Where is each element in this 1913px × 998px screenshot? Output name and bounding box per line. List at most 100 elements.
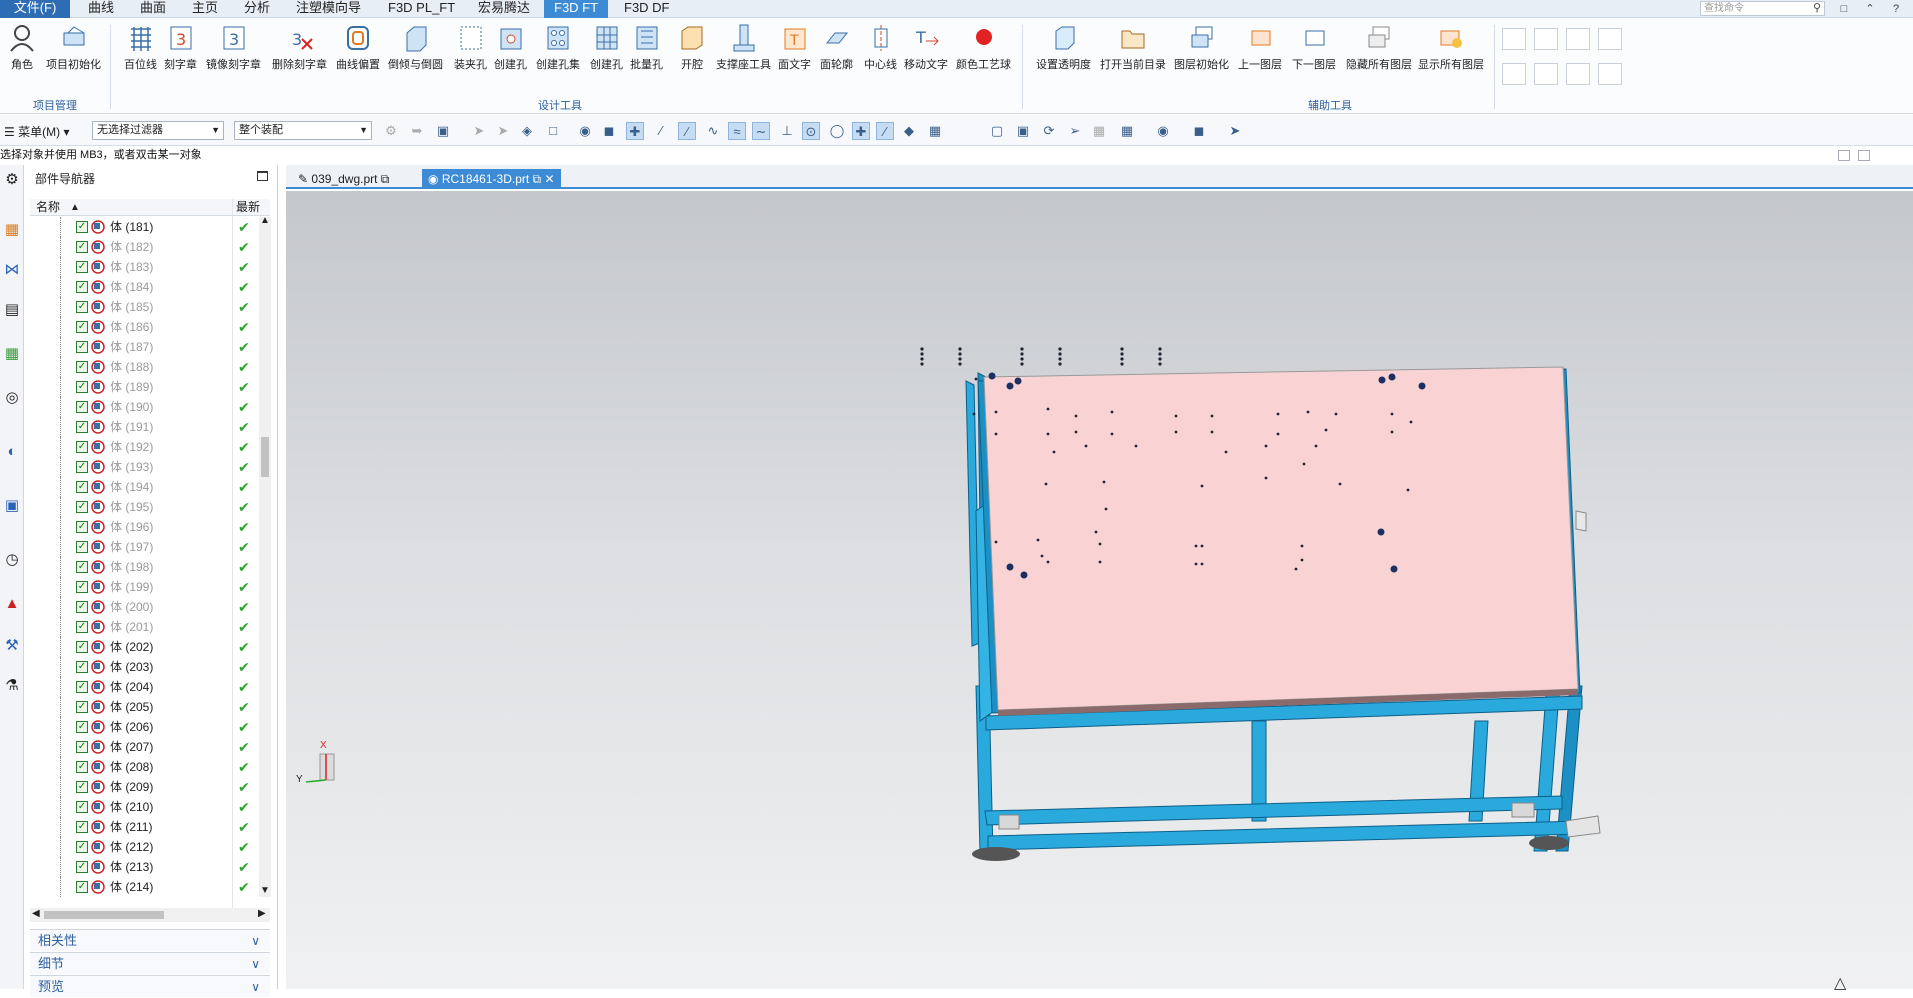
navigator-row[interactable]: ✓ 体 (196) ✔	[30, 517, 265, 537]
orient-icon[interactable]: ➤	[1226, 122, 1244, 140]
navigator-row[interactable]: ✓ 体 (211) ✔	[30, 817, 265, 837]
ribbon-button-prev-layer[interactable]: 上一图层	[1238, 23, 1282, 72]
navigator-row[interactable]: ✓ 体 (212) ✔	[30, 837, 265, 857]
menu-tab-file[interactable]: 文件(F)	[0, 0, 70, 18]
layer-quick-button-7[interactable]	[1566, 63, 1590, 85]
sort-ascending-icon[interactable]: ▲	[70, 199, 80, 216]
ribbon-button-cavity[interactable]: 开腔	[678, 23, 706, 72]
snap-point-icon[interactable]: ✚	[626, 122, 644, 140]
navigator-row[interactable]: ✓ 体 (188) ✔	[30, 357, 265, 377]
navigator-row[interactable]: ✓ 体 (203) ✔	[30, 657, 265, 677]
menu-dropdown[interactable]: ☰ 菜单(M) ▾	[4, 123, 69, 140]
visibility-checkbox[interactable]: ✓	[76, 541, 88, 553]
navigator-row[interactable]: ✓ 体 (205) ✔	[30, 697, 265, 717]
visibility-checkbox[interactable]: ✓	[76, 701, 88, 713]
select-icon[interactable]: ➥	[408, 122, 426, 140]
navigator-row[interactable]: ✓ 体 (182) ✔	[30, 237, 265, 257]
close-icon[interactable]: ✕	[544, 172, 554, 186]
navigator-row[interactable]: ✓ 体 (187) ✔	[30, 337, 265, 357]
layer-icon[interactable]: ▦	[1090, 122, 1108, 140]
pan-icon[interactable]: ➢	[1066, 122, 1084, 140]
assembly-navigator-icon[interactable]: ▦	[2, 219, 22, 241]
line-icon[interactable]: ∕	[652, 122, 670, 140]
layer-quick-button-3[interactable]	[1566, 28, 1590, 50]
visibility-checkbox[interactable]: ✓	[76, 641, 88, 653]
navigator-row[interactable]: ✓ 体 (192) ✔	[30, 437, 265, 457]
select-box-icon[interactable]: ▣	[434, 122, 452, 140]
type-filter-select[interactable]: 无选择过滤器 ▼	[92, 121, 224, 140]
ribbon-button-show-all-layers[interactable]: 显示所有图层	[1418, 23, 1484, 72]
part-navigator-icon[interactable]: ▤	[2, 299, 22, 321]
ribbon-button-next-layer[interactable]: 下一图层	[1292, 23, 1336, 72]
history-icon[interactable]: ▣	[2, 495, 22, 517]
maximize-icon[interactable]	[257, 171, 268, 181]
menu-tab-f3d-ft[interactable]: F3D FT	[544, 0, 609, 18]
window-icon[interactable]: ▣	[1014, 122, 1032, 140]
navigator-row[interactable]: ✓ 体 (183) ✔	[30, 257, 265, 277]
visibility-checkbox[interactable]: ✓	[76, 281, 88, 293]
quadrant-icon[interactable]: ◯	[828, 122, 846, 140]
cube-icon[interactable]: ◼	[1190, 122, 1208, 140]
navigator-row[interactable]: ✓ 体 (197) ✔	[30, 537, 265, 557]
doc-tab-039-dwg[interactable]: ✎ 039_dwg.prt ⧉	[292, 169, 395, 189]
scroll-left-icon[interactable]: ◀	[32, 908, 40, 919]
menu-tab-hongyi[interactable]: 宏易腾达	[468, 0, 540, 18]
navigator-row[interactable]: ✓ 体 (194) ✔	[30, 477, 265, 497]
visibility-checkbox[interactable]: ✓	[76, 441, 88, 453]
ribbon-button-face-profile[interactable]: 面轮廓	[820, 23, 853, 72]
ribbon-button-delete-stamp[interactable]: 3 删除刻字章	[272, 23, 327, 72]
visibility-checkbox[interactable]: ✓	[76, 661, 88, 673]
navigator-row[interactable]: ✓ 体 (207) ✔	[30, 737, 265, 757]
scroll-thumb[interactable]	[44, 911, 164, 919]
visibility-checkbox[interactable]: ✓	[76, 341, 88, 353]
menu-tab-analysis[interactable]: 分析	[234, 0, 280, 18]
intersection-icon[interactable]: ⊥	[778, 122, 796, 140]
center-point-icon[interactable]: ⊙	[802, 122, 820, 140]
help-icon[interactable]: ?	[1888, 2, 1904, 16]
navigator-row[interactable]: ✓ 体 (208) ✔	[30, 757, 265, 777]
ribbon-button-chamfer-round[interactable]: 倒倾与倒圆	[388, 23, 443, 72]
navigator-row[interactable]: ✓ 体 (185) ✔	[30, 297, 265, 317]
navigator-row[interactable]: ✓ 体 (195) ✔	[30, 497, 265, 517]
snap-icon[interactable]: ⚙	[382, 122, 400, 140]
menu-tab-home[interactable]: 主页	[182, 0, 228, 18]
ribbon-button-hide-all-layers[interactable]: 隐藏所有图层	[1346, 23, 1412, 72]
ribbon-button-baiweixian[interactable]: 百位线	[124, 23, 157, 72]
navigator-row[interactable]: ✓ 体 (202) ✔	[30, 637, 265, 657]
navigator-row[interactable]: ✓ 体 (199) ✔	[30, 577, 265, 597]
ribbon-button-layer-init[interactable]: 图层初始化	[1174, 23, 1229, 72]
command-search-input[interactable]: 查找命令 ⚲	[1700, 1, 1825, 16]
scroll-right-icon[interactable]: ▶	[258, 908, 266, 919]
window-tile-icon[interactable]	[1838, 150, 1850, 161]
menu-tab-surface[interactable]: 曲面	[130, 0, 176, 18]
ribbon-button-create-hole-set[interactable]: 创建孔集	[536, 23, 580, 72]
end-point-icon[interactable]: ∕	[678, 122, 696, 140]
navigator-row[interactable]: ✓ 体 (186) ✔	[30, 317, 265, 337]
scroll-up-icon[interactable]: ▲	[260, 215, 270, 226]
panel-preview[interactable]: 预览 ∨	[30, 975, 270, 997]
hd3d-icon[interactable]: ◎	[2, 387, 22, 409]
chevron-up-icon[interactable]: ⌃	[1862, 2, 1878, 16]
layer-quick-button-6[interactable]	[1534, 63, 1558, 85]
scroll-thumb[interactable]	[261, 437, 269, 477]
visibility-checkbox[interactable]: ✓	[76, 781, 88, 793]
roles-icon[interactable]: ⚗	[2, 675, 22, 697]
point-on-face-icon[interactable]: ◆	[900, 122, 918, 140]
visibility-checkbox[interactable]: ✓	[76, 361, 88, 373]
ribbon-button-face-text[interactable]: T 面文字	[778, 23, 811, 72]
ribbon-button-role[interactable]: 角色	[8, 23, 36, 72]
selection-scope-select[interactable]: 整个装配 ▼	[234, 121, 372, 140]
ribbon-button-create-hole-2[interactable]: 创建孔	[590, 23, 623, 72]
ribbon-button-set-transparency[interactable]: 设置透明度	[1036, 23, 1091, 72]
visibility-checkbox[interactable]: ✓	[76, 241, 88, 253]
visibility-checkbox[interactable]: ✓	[76, 481, 88, 493]
window-cascade-icon[interactable]	[1858, 150, 1870, 161]
restore-window-icon[interactable]: □	[1836, 2, 1852, 16]
ribbon-button-move-text[interactable]: T 移动文字	[904, 23, 948, 72]
navigator-row[interactable]: ✓ 体 (214) ✔	[30, 877, 265, 897]
panel-dependencies[interactable]: 相关性 ∨	[30, 929, 270, 951]
curve-icon[interactable]: ∿	[704, 122, 722, 140]
bounded-grid-icon[interactable]: ▦	[926, 122, 944, 140]
navigator-row[interactable]: ✓ 体 (201) ✔	[30, 617, 265, 637]
lasso-icon[interactable]: □	[544, 122, 562, 140]
